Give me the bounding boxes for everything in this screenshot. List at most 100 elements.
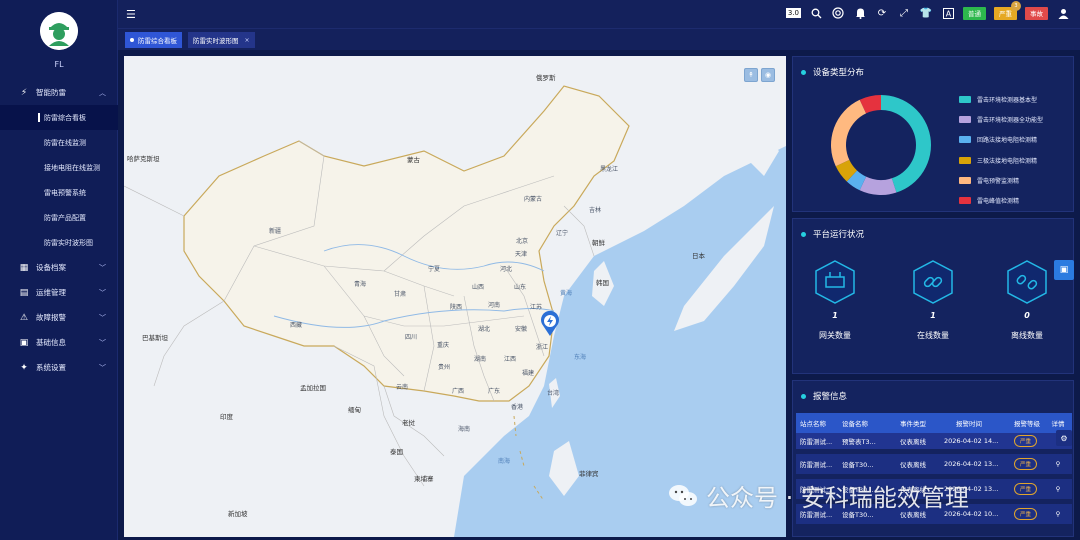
sidebar-subitem-lightning-warning[interactable]: 雷电预警系统: [0, 180, 118, 205]
settings-sliders-icon[interactable]: ⚙: [1056, 430, 1072, 446]
legend-swatch: [959, 115, 971, 123]
close-icon[interactable]: ×: [245, 37, 250, 44]
legend-item[interactable]: 三极法接地电阻检测精: [959, 150, 1043, 170]
avatar[interactable]: [40, 12, 78, 50]
column-header: 报警时间: [956, 420, 982, 428]
stat-value: 0: [1024, 311, 1030, 320]
sidebar-subitem-product-config[interactable]: 防雷产品配置: [0, 205, 118, 230]
theme-icon[interactable]: 👕: [919, 6, 933, 20]
map-label-country: 泰国: [390, 448, 403, 456]
table-row[interactable]: 防雷测试... 设备T30... 仪表离线 2026-04-02 13... 严…: [796, 454, 1072, 474]
legend-swatch: [959, 197, 971, 205]
map-view[interactable]: ↟ ◉ 蒙古 俄罗斯 哈萨克斯坦 朝鲜 韩国 日本 印度 巴基斯坦 孟加拉国 缅…: [124, 56, 786, 537]
map-label-province: 浙江: [536, 344, 549, 351]
column-header: 设备名称: [842, 420, 868, 428]
table-row[interactable]: 防雷测试... 预警表T3... 仪表离线 2026-04-02 14... 严…: [796, 433, 1072, 449]
archive-icon: ▦: [19, 262, 29, 273]
stat-label: 在线数量: [917, 331, 949, 340]
device-type-donut-chart[interactable]: [821, 85, 941, 205]
map-label-province: 西藏: [290, 322, 303, 329]
donut-slice-1[interactable]: [859, 176, 897, 195]
chevron-down-icon: ﹀: [99, 313, 106, 322]
sidebar-subitem-dashboard[interactable]: 防雷综合看板: [0, 105, 118, 130]
sidebar-item-basic-info[interactable]: ▣ 基础信息 ﹀: [0, 330, 118, 355]
legend-swatch: [959, 156, 971, 164]
search-icon[interactable]: [809, 6, 823, 20]
map-label-country: 菲律宾: [579, 470, 599, 478]
stat-value: 1: [832, 311, 838, 320]
map-label-province: 福建: [522, 370, 535, 377]
alarm-badge-normal[interactable]: 普通: [963, 6, 986, 20]
level-badge: 严重: [1014, 508, 1038, 520]
alarm-panel: 报警信息 站点名称 设备名称 事件类型 报警时间 报警等级 详情 防雷测试...…: [792, 380, 1074, 537]
legend-item[interactable]: 雷击环境检测器基本型: [959, 89, 1043, 109]
level-badge: 严重: [1014, 435, 1038, 447]
title-dot-icon: [801, 393, 806, 399]
watermark: 公众号 · 安科瑞能效管理: [668, 478, 969, 513]
panel-title: 平台运行状况: [801, 228, 864, 240]
map-globe-icon[interactable]: ◉: [761, 68, 775, 82]
panel-title: 设备类型分布: [801, 66, 864, 78]
map-label-province: 江西: [504, 356, 517, 363]
legend-item[interactable]: 雷电预警监测精: [959, 170, 1043, 190]
legend-swatch: [959, 176, 971, 184]
sidebar-item-label: 智能防雷: [36, 88, 66, 97]
sidebar-subitem-online-monitor[interactable]: 防雷在线监测: [0, 130, 118, 155]
map-label-province: 广东: [488, 388, 501, 395]
sidebar-subitem-ground-resistance[interactable]: 接地电阻在线监测: [0, 155, 118, 180]
sidebar-item-system-settings[interactable]: ✦ 系统设置 ﹀: [0, 355, 118, 380]
map-base: [124, 56, 786, 537]
info-icon: ▣: [19, 337, 29, 348]
map-label-province: 吉林: [589, 207, 602, 214]
topbar-icons: 3.0 ⟳ ⤢ 👕 A 普通 严重 3 事故: [785, 0, 1070, 20]
sidebar: FL ⚡ 智能防雷 ︿ 防雷综合看板 防雷在线监测 接地电阻在线监测 雷电预警系…: [0, 0, 118, 540]
map-label-province: 北京: [516, 238, 529, 245]
column-header: 站点名称: [800, 420, 826, 428]
map-north-icon[interactable]: ↟: [744, 68, 758, 82]
user-icon[interactable]: [1056, 6, 1070, 20]
tab-waveform[interactable]: 防雷实时波形图 ×: [188, 32, 255, 48]
alarm-icon: ⚠: [19, 312, 29, 323]
float-panel-icon[interactable]: ▣: [1054, 260, 1074, 280]
legend-item[interactable]: 雷电峰值检测精: [959, 190, 1043, 210]
version-label[interactable]: 3.0: [785, 8, 801, 18]
tab-dashboard[interactable]: 防雷综合看板: [125, 32, 182, 48]
alarm-badge-severe[interactable]: 严重 3: [994, 0, 1021, 20]
sidebar-item-fault-alarm[interactable]: ⚠ 故障报警 ﹀: [0, 305, 118, 330]
legend-item[interactable]: 回路法接地电阻检测精: [959, 130, 1043, 150]
map-label-province: 重庆: [437, 342, 450, 349]
donut-slice-0[interactable]: [881, 95, 931, 193]
search-icon[interactable]: ⚲: [1048, 460, 1068, 468]
refresh-icon[interactable]: ⟳: [875, 6, 889, 20]
alarm-count-badge: 3: [1011, 0, 1021, 11]
settings-icon: ✦: [20, 362, 28, 373]
map-label-province: 贵州: [438, 364, 451, 371]
hamburger-icon[interactable]: ☰: [126, 8, 136, 21]
search-icon[interactable]: ⚲: [1048, 485, 1068, 493]
sidebar-item-maintenance[interactable]: ▤ 运维管理 ﹀: [0, 280, 118, 305]
fullscreen-icon[interactable]: ⤢: [897, 6, 911, 20]
map-label-province: 台湾: [547, 390, 560, 397]
sidebar-item-smart-lightning[interactable]: ⚡ 智能防雷 ︿: [0, 80, 118, 105]
stat-gateway-count: 1 网关数量: [795, 259, 875, 341]
sidebar-item-device-archive[interactable]: ▦ 设备档案 ﹀: [0, 255, 118, 280]
map-label-country: 柬埔寨: [414, 475, 434, 483]
chevron-down-icon: ﹀: [99, 338, 106, 347]
legend-item[interactable]: 雷击环境检测器全功能型: [959, 109, 1043, 129]
alarm-table-header: 站点名称 设备名称 事件类型 报警时间 报警等级 详情: [796, 413, 1072, 433]
search-icon[interactable]: ⚲: [1048, 510, 1068, 518]
alarm-badge-accident[interactable]: 事故: [1025, 6, 1048, 20]
map-label-country: 印度: [220, 413, 233, 421]
map-label-province: 宁夏: [428, 266, 441, 273]
map-label-country: 哈萨克斯坦: [127, 155, 160, 163]
chevron-up-icon: ︿: [99, 88, 106, 97]
map-label-province: 海南: [458, 426, 471, 433]
donut-slice-4[interactable]: [831, 99, 867, 167]
map-label-country: 韩国: [596, 279, 609, 287]
bell-icon[interactable]: [853, 6, 867, 20]
help-icon[interactable]: [831, 6, 845, 20]
font-size-icon[interactable]: A: [941, 6, 955, 20]
stat-online-count: 1 在线数量: [893, 259, 973, 341]
sidebar-subitem-waveform[interactable]: 防雷实时波形图: [0, 230, 118, 255]
device-location-pin-icon[interactable]: [539, 311, 561, 337]
